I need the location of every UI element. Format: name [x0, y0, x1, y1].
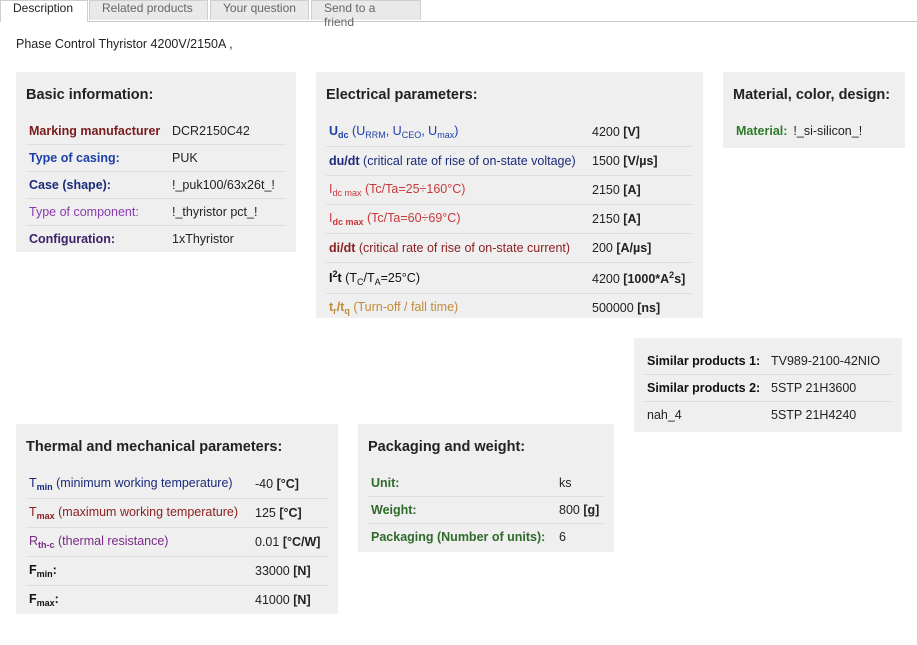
table-row: Similar products 1: TV989-2100-42NIO [644, 348, 892, 375]
table-row: Idc max (Tc/Ta=60÷69°C) 2150 [A] [326, 204, 693, 234]
param-fmax: Fmax: [29, 592, 59, 608]
packaging-panel: Packaging and weight: Unit: ks Weight: 8… [358, 424, 614, 552]
basic-info-panel: Basic information: Marking manufacturer … [16, 72, 296, 252]
similar-label: nah_4 [647, 408, 682, 422]
material-value: !_si-silicon_! [793, 124, 863, 138]
table-row: nah_4 5STP 21H4240 [644, 402, 892, 429]
row-value: 1xThyristor [172, 232, 234, 246]
electrical-heading: Electrical parameters: [326, 87, 478, 103]
similar-label: Similar products 1: [644, 348, 771, 375]
table-row: du/dt (critical rate of rise of on-state… [326, 146, 693, 176]
param-value: 4200 [V] [592, 118, 693, 147]
table-row: Weight: 800 [g] [368, 496, 604, 524]
param-tr-tq: tr/tq (Turn-off / fall time) [329, 300, 459, 316]
row-label: Type of component: [26, 198, 172, 226]
similar-value: 5STP 21H3600 [771, 374, 892, 402]
param-value: 200 [A/µs] [592, 233, 693, 263]
packaging-value: 6 [559, 530, 566, 544]
param-didt: di/dt (critical rate of rise of on-state… [326, 233, 592, 263]
table-row: Tmax (maximum working temperature) 125 [… [26, 498, 328, 528]
table-row: Rth-c (thermal resistance) 0.01 [°C/W] [26, 527, 328, 557]
similar-products-table: Similar products 1: TV989-2100-42NIO Sim… [644, 348, 892, 428]
packaging-table: Unit: ks Weight: 800 [g] Packaging (Numb… [368, 470, 604, 550]
tab-description[interactable]: Description [0, 0, 88, 22]
param-value: 500000 [ns] [592, 301, 661, 315]
table-row: Unit: ks [368, 470, 604, 497]
electrical-panel: Electrical parameters: Udc (URRM, UCEO, … [316, 72, 703, 318]
row-label: Type of casing: [26, 144, 172, 172]
tab-your-question[interactable]: Your question [210, 0, 309, 20]
tab-label: Related products [102, 1, 193, 15]
param-value: 41000 [N] [255, 593, 311, 607]
param-tmax: Tmax (maximum working temperature) [26, 498, 255, 528]
similar-label: Similar products 2: [644, 374, 771, 402]
row-value: DCR2150C42 [172, 118, 286, 145]
packaging-label: Packaging (Number of units): [371, 530, 546, 544]
tab-send-to-friend[interactable]: Send to a friend [311, 0, 421, 29]
tab-bar: Description Related products Your questi… [0, 0, 917, 29]
table-row: Fmax: 41000 [N] [26, 586, 328, 615]
table-row: Fmin: 33000 [N] [26, 556, 328, 586]
packaging-label: Weight: [368, 496, 559, 524]
table-row: Idc max (Tc/Ta=25÷160°C) 2150 [A] [326, 175, 693, 205]
tab-related-products[interactable]: Related products [89, 0, 208, 20]
packaging-heading: Packaging and weight: [368, 439, 526, 455]
material-label: Material: [736, 124, 788, 138]
param-i2t: I2t (TC/TA=25°C) [326, 262, 592, 294]
tab-label: Description [13, 1, 74, 15]
param-value: 2150 [A] [592, 204, 693, 234]
basic-info-heading: Basic information: [26, 87, 154, 103]
page-title: Phase Control Thyristor 4200V/2150A , [16, 37, 233, 51]
row-label: Case (shape): [26, 171, 172, 199]
param-value: 4200 [1000*A2s] [592, 262, 693, 294]
row-value: !_puk100/63x26t_! [172, 171, 286, 199]
table-row: Udc (URRM, UCEO, Umax) 4200 [V] [326, 118, 693, 147]
similar-value: TV989-2100-42NIO [771, 348, 892, 375]
material-table: Material: !_si-silicon_! [733, 118, 862, 144]
table-row: Marking manufacturer DCR2150C42 [26, 118, 286, 145]
param-idc-max-2: Idc max (Tc/Ta=60÷69°C) [326, 204, 592, 234]
param-value: -40 [°C] [255, 470, 328, 499]
param-dudt: du/dt (critical rate of rise of on-state… [326, 146, 592, 176]
similar-products-panel: Similar products 1: TV989-2100-42NIO Sim… [634, 338, 902, 432]
param-idc-max-1: Idc max (Tc/Ta=25÷160°C) [326, 175, 592, 205]
table-row: Type of casing: PUK [26, 144, 286, 172]
similar-value: 5STP 21H4240 [771, 408, 857, 422]
material-panel: Material, color, design: Material: !_si-… [723, 72, 905, 148]
table-row: Material: !_si-silicon_! [733, 118, 862, 144]
packaging-value: 800 [g] [559, 496, 604, 524]
table-row: Tmin (minimum working temperature) -40 [… [26, 470, 328, 499]
param-value: 125 [°C] [255, 498, 328, 528]
material-heading: Material, color, design: [733, 87, 891, 103]
param-value: 1500 [V/µs] [592, 146, 693, 176]
thermal-table: Tmin (minimum working temperature) -40 [… [26, 470, 328, 614]
table-row: Similar products 2: 5STP 21H3600 [644, 374, 892, 402]
table-row: Case (shape): !_puk100/63x26t_! [26, 171, 286, 199]
param-tmin: Tmin (minimum working temperature) [26, 470, 255, 499]
row-value: !_thyristor pct_! [172, 198, 286, 226]
row-label: Configuration: [29, 232, 116, 246]
packaging-label: Unit: [368, 470, 559, 497]
param-rth: Rth-c (thermal resistance) [26, 527, 255, 557]
param-value: 0.01 [°C/W] [255, 527, 328, 557]
table-row: I2t (TC/TA=25°C) 4200 [1000*A2s] [326, 262, 693, 294]
table-row: Packaging (Number of units): 6 [368, 524, 604, 551]
table-row: Configuration: 1xThyristor [26, 226, 286, 253]
param-value: 33000 [N] [255, 556, 328, 586]
param-value: 2150 [A] [592, 175, 693, 205]
row-value: PUK [172, 144, 286, 172]
tab-label: Send to a friend [324, 1, 376, 29]
tab-label: Your question [223, 1, 296, 15]
thermal-heading: Thermal and mechanical parameters: [26, 439, 283, 455]
basic-info-table: Marking manufacturer DCR2150C42 Type of … [26, 118, 286, 252]
electrical-table: Udc (URRM, UCEO, Umax) 4200 [V] du/dt (c… [326, 118, 693, 322]
param-fmin: Fmin: [26, 556, 255, 586]
table-row: Type of component: !_thyristor pct_! [26, 198, 286, 226]
param-udc: Udc (URRM, UCEO, Umax) [326, 118, 592, 147]
packaging-value: ks [559, 470, 604, 497]
table-row: tr/tq (Turn-off / fall time) 500000 [ns] [326, 294, 693, 323]
row-label: Marking manufacturer [26, 118, 172, 145]
table-row: di/dt (critical rate of rise of on-state… [326, 233, 693, 263]
thermal-panel: Thermal and mechanical parameters: Tmin … [16, 424, 338, 614]
